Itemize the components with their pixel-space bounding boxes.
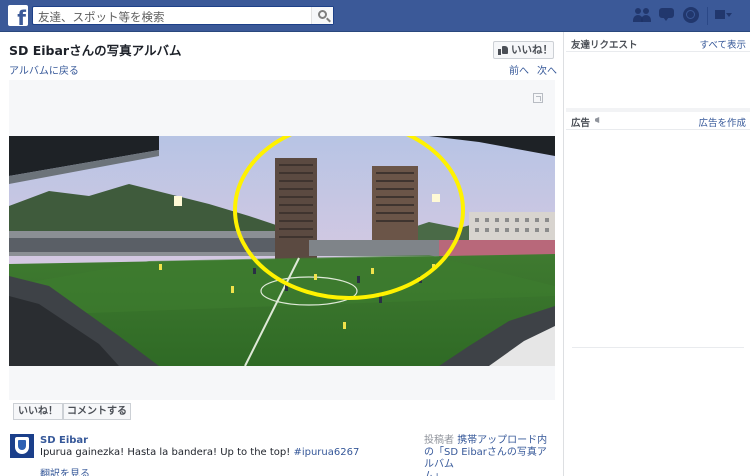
menu-icon[interactable] xyxy=(715,7,732,23)
next-photo-link[interactable]: 次へ xyxy=(537,66,557,77)
album-source-link-end[interactable]: ム」 xyxy=(424,471,444,476)
page-avatar[interactable] xyxy=(10,434,34,458)
top-navigation-bar: f 友達、スポット等を検索 xyxy=(0,0,750,32)
like-button[interactable]: いいね！ xyxy=(13,403,63,420)
megaphone-icon xyxy=(595,117,600,123)
thumbs-up-icon xyxy=(498,45,508,55)
post-body-text: Ipurua gainezka! Hasta la bandera! Up to… xyxy=(40,447,294,458)
friend-requests-title: 友達リクエスト xyxy=(571,40,638,51)
ads-title: 広告 xyxy=(571,118,591,129)
post-text: Ipurua gainezka! Hasta la bandera! Up to… xyxy=(40,447,359,458)
search-button[interactable] xyxy=(311,7,333,24)
expand-icon[interactable] xyxy=(533,93,543,103)
stadium-photo-graphic xyxy=(9,136,555,366)
friend-requests-header: 友達リクエスト すべて表示 xyxy=(566,34,750,52)
nav-divider xyxy=(707,7,708,25)
comment-button[interactable]: コメントする xyxy=(63,403,131,420)
photo-pagination: 前へ 次へ xyxy=(509,62,557,77)
previous-photo-link[interactable]: 前へ xyxy=(509,66,529,77)
messages-icon[interactable] xyxy=(659,7,677,23)
stadium-photo[interactable] xyxy=(9,136,555,366)
create-ad-link[interactable]: 広告を作成 xyxy=(698,115,746,129)
sidebar-divider xyxy=(572,347,744,348)
hashtag-link[interactable]: #ipurua6267 xyxy=(293,447,359,458)
friends-icon-secondary xyxy=(641,7,659,23)
post-meta: 投稿者 携帯アップロード内の「SD Eibarさんの写真アルバムム」 xyxy=(424,435,555,476)
search-input[interactable]: 友達、スポット等を検索 xyxy=(32,6,334,25)
like-page-label: いいね！ xyxy=(511,44,553,56)
ads-header: 広告 広告を作成 xyxy=(566,112,750,130)
like-page-button[interactable]: いいね！ xyxy=(493,41,554,59)
search-placeholder: 友達、スポット等を検索 xyxy=(38,10,165,24)
translate-link[interactable]: 翻訳を見る xyxy=(40,465,90,476)
album-title[interactable]: SD Eibarさんの写真アルバム xyxy=(9,40,181,59)
post-author[interactable]: SD Eibar xyxy=(40,435,88,446)
notifications-globe-icon[interactable] xyxy=(683,7,699,23)
column-divider xyxy=(563,32,564,476)
back-to-album-link[interactable]: アルバムに戻る xyxy=(9,62,79,77)
search-icon xyxy=(318,10,327,19)
see-all-link[interactable]: すべて表示 xyxy=(700,37,746,51)
posted-by-label: 投稿者 xyxy=(424,435,458,446)
facebook-logo[interactable]: f xyxy=(8,5,28,28)
ads-area xyxy=(566,131,750,476)
